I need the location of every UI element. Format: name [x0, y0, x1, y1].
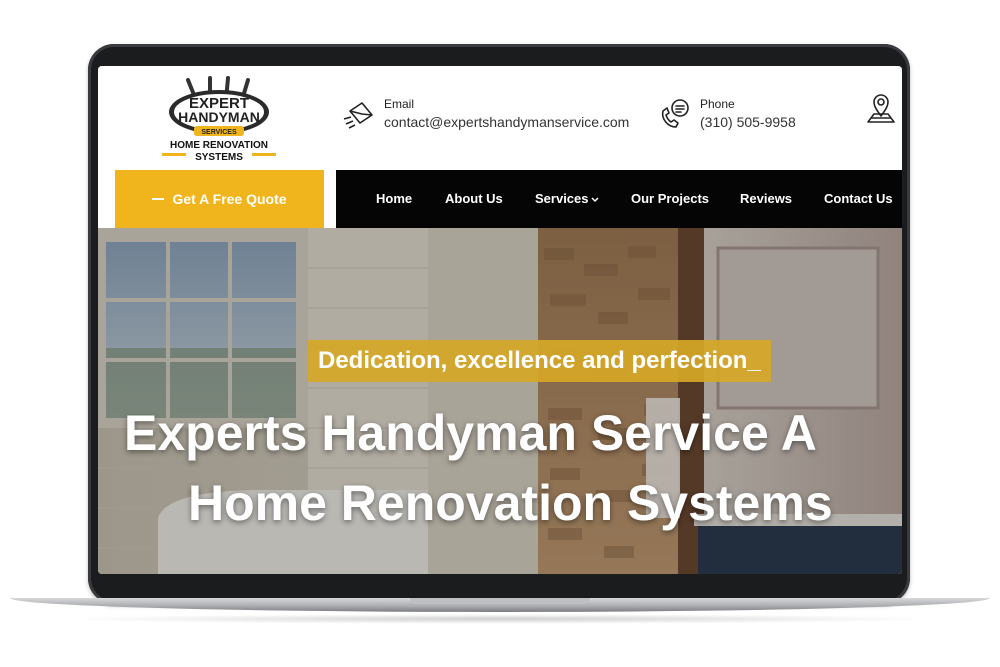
phone-label: Phone	[700, 97, 735, 111]
email-block[interactable]: Email contact@expertshandymanservice.com	[342, 96, 629, 132]
nav-item-reviews[interactable]: Reviews	[740, 191, 792, 206]
nav-item-about-us[interactable]: About Us	[445, 191, 503, 206]
dash-icon	[152, 198, 165, 200]
nav-item-services[interactable]: Services	[535, 191, 599, 206]
hero-title-line2: Home Renovation Systems	[188, 475, 833, 531]
nav-item-home[interactable]: Home	[376, 191, 412, 206]
main-nav: Home About Us Services Our Projects Revi…	[336, 170, 902, 228]
nav-item-services-label: Services	[535, 191, 589, 206]
logo-line4: HOME RENOVATION	[170, 140, 268, 151]
hero-section: Dedication, excellence and perfection_ E…	[98, 228, 902, 574]
chevron-down-icon	[590, 197, 599, 202]
browser-screen: EXPERT HANDYMAN SERVICES HOME RENOVATION…	[98, 66, 902, 574]
phone-block[interactable]: Phone (310) 505-9958	[658, 96, 796, 132]
logo-line2: HANDYMAN	[178, 109, 260, 125]
phone-chat-icon	[661, 99, 689, 128]
site-header: EXPERT HANDYMAN SERVICES HOME RENOVATION…	[98, 66, 902, 170]
hero-tagline: Dedication, excellence and perfection_	[308, 340, 771, 382]
email-label: Email	[384, 97, 415, 111]
map-pin-icon[interactable]	[864, 92, 898, 126]
envelope-icon	[343, 102, 373, 129]
nav-gap	[324, 170, 336, 228]
hero-title-line1: Experts Handyman Service A	[124, 405, 817, 461]
logo-line5: SYSTEMS	[195, 152, 243, 163]
phone-value[interactable]: (310) 505-9958	[700, 112, 796, 132]
email-value[interactable]: contact@expertshandymanservice.com	[384, 112, 629, 132]
get-quote-label: Get A Free Quote	[172, 191, 287, 207]
nav-item-our-projects[interactable]: Our Projects	[631, 191, 709, 206]
laptop-shadow	[60, 614, 940, 624]
nav-item-contact-us[interactable]: Contact Us	[824, 191, 893, 206]
logo-line3: SERVICES	[201, 129, 237, 136]
company-logo[interactable]: EXPERT HANDYMAN SERVICES HOME RENOVATION…	[160, 76, 278, 164]
get-quote-button[interactable]: Get A Free Quote	[115, 170, 324, 228]
laptop-notch	[410, 598, 590, 604]
